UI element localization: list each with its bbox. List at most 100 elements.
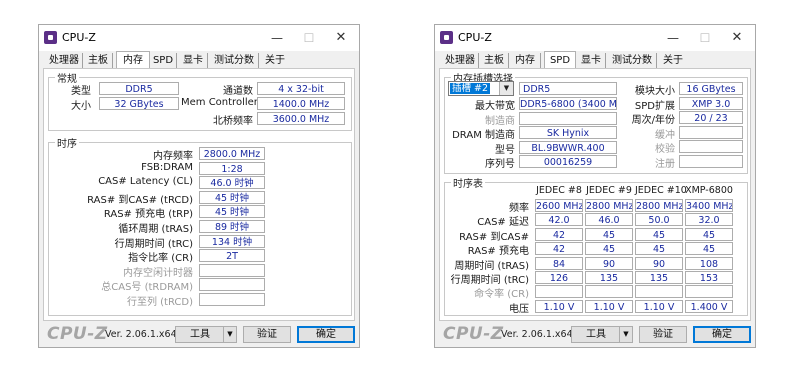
spd-field-label: 缓冲 [655, 129, 675, 141]
ok-button[interactable]: 确定 [693, 326, 751, 343]
slot-group: 内存插槽选择 插槽 #2 ▼ DDR5 最大带宽 DDR5-6800 (3400 … [444, 70, 748, 174]
timing-value [199, 293, 265, 306]
window-title: CPU-Z [458, 31, 492, 44]
timing-cell: 46.0 [585, 213, 633, 227]
spd-field-label: 最大带宽 [475, 101, 515, 112]
tab-cpu[interactable]: 处理器 [442, 53, 479, 68]
spd-field-label: 模块大小 [635, 86, 675, 97]
tools-button[interactable]: 工具 ▼ [571, 326, 633, 343]
cpu-z-app-icon [440, 31, 453, 44]
timing-label: FSB:DRAM [141, 161, 193, 173]
spd-field-value: XMP 3.0 [679, 96, 743, 110]
timing-label: RAS# 到CAS# (tRCD) [87, 194, 193, 206]
minimize-icon[interactable]: — [661, 28, 685, 48]
timing-cell [635, 285, 683, 299]
timing-cell: 42 [535, 227, 583, 241]
timing-value [199, 278, 265, 292]
timing-table-group: 时序表 JEDEC #8 JEDEC #9 JEDEC #10 XMP-6800 频率 2… [444, 175, 748, 316]
timing-label: 指令比率 (CR) [128, 253, 193, 265]
close-icon[interactable]: ✕ [329, 28, 353, 48]
timing-value: 46.0 时钟 [199, 176, 265, 190]
channels-label: 通道数 [223, 86, 253, 97]
footer: CPU-Z Ver. 2.06.1.x64 工具 ▼ 验证 确定 [435, 321, 755, 347]
spd-field-value: 16 GBytes [679, 82, 743, 95]
spd-field-value: BL.9BWWR.400 [519, 140, 617, 154]
tab-about[interactable]: 关于 [261, 53, 289, 68]
cpu-z-logo: CPU-Z [443, 324, 504, 344]
general-group: 常规 类型 DDR5 大小 32 GBytes 通道数 4 x 32-bit M… [48, 70, 352, 131]
chevron-down-icon[interactable]: ▼ [223, 327, 236, 342]
ok-button[interactable]: 确定 [297, 326, 355, 343]
timing-column-header: JEDEC #8 [536, 185, 582, 196]
version-text: Ver. 2.06.1.x64 [501, 329, 573, 340]
timing-cell: 42.0 [535, 213, 583, 227]
timing-cell: 1.10 V [635, 299, 683, 313]
title-bar[interactable]: CPU-Z — ☐ ✕ [39, 25, 359, 51]
tab-cpu[interactable]: 处理器 [46, 53, 83, 68]
tab-graphics[interactable]: 显卡 [577, 53, 606, 68]
tools-button-label: 工具 [190, 329, 210, 340]
timing-label: 循环周期 (tRAS) [118, 224, 193, 235]
timing-column-header: XMP-6800 [685, 185, 733, 196]
timing-cell: 135 [635, 271, 683, 284]
validate-button[interactable]: 验证 [243, 326, 291, 343]
timing-value: 45 时钟 [199, 205, 265, 219]
timing-value [199, 263, 265, 277]
tools-button[interactable]: 工具 ▼ [175, 326, 237, 343]
tab-mainboard[interactable]: 主板 [84, 53, 113, 68]
timing-label: 内存空闲计时器 [123, 267, 193, 279]
maximize-icon[interactable]: ☐ [693, 28, 717, 48]
timing-label: RAS# 预充电 (tRP) [103, 209, 193, 221]
timing-cell: 45 [635, 227, 683, 241]
validate-button[interactable]: 验证 [639, 326, 687, 343]
memctrl-value: 1400.0 MHz [257, 97, 345, 110]
cpuz-window-spd: CPU-Z — ☐ ✕ 处理器 主板 内存 SPD 显卡 测试分数 关于 内存插… [434, 24, 756, 348]
type-label: 类型 [71, 86, 91, 97]
timing-value: 134 时钟 [199, 234, 265, 248]
minimize-icon[interactable]: — [265, 28, 289, 48]
maximize-icon[interactable]: ☐ [297, 28, 321, 48]
tab-mainboard[interactable]: 主板 [480, 53, 509, 68]
version-text: Ver. 2.06.1.x64 [105, 329, 177, 340]
tab-bench[interactable]: 测试分数 [210, 53, 259, 68]
spd-field-label: DRAM 制造商 [452, 130, 515, 142]
tab-graphics[interactable]: 显卡 [179, 53, 208, 68]
spd-field-value [679, 155, 743, 168]
chevron-down-icon[interactable]: ▼ [619, 327, 632, 342]
timing-row-label: 周期时间 (tRAS) [454, 260, 529, 272]
timing-row-label: CAS# 延迟 [477, 217, 529, 229]
tab-memory[interactable]: 内存 [510, 53, 541, 68]
tab-spd[interactable]: SPD [150, 53, 177, 68]
timing-cell: 45 [635, 242, 683, 256]
tools-button-label: 工具 [586, 329, 606, 340]
title-bar[interactable]: CPU-Z — ☐ ✕ [435, 25, 755, 51]
timing-row-label: RAS# 预充电 [467, 246, 529, 258]
cpu-z-app-icon [44, 31, 57, 44]
tab-bench[interactable]: 测试分数 [608, 53, 657, 68]
spd-field-value [679, 140, 743, 154]
timing-cell [585, 285, 633, 299]
timing-cell: 32.0 [685, 213, 733, 227]
spd-field-value [519, 111, 617, 125]
timing-column-header: JEDEC #10 [635, 185, 687, 196]
timing-cell: 2600 MHz [535, 199, 583, 212]
timing-cell: 42 [535, 242, 583, 256]
tab-about[interactable]: 关于 [659, 53, 687, 68]
slot-select[interactable]: 插槽 #2 ▼ [448, 81, 514, 96]
timing-label: CAS# Latency (CL) [98, 176, 193, 188]
timing-row-label: 命令率 (CR) [474, 289, 529, 301]
timing-cell: 1.10 V [585, 299, 633, 313]
close-icon[interactable]: ✕ [725, 28, 749, 48]
spd-field-label: 周次/年份 [631, 115, 675, 127]
timing-row-label: 行周期时间 (tRC) [450, 275, 529, 286]
spd-field-label: 序列号 [485, 159, 515, 171]
chevron-down-icon[interactable]: ▼ [499, 82, 513, 95]
timing-label: 行周期时间 (tRC) [114, 238, 193, 250]
timing-cell: 45 [585, 242, 633, 256]
window-title: CPU-Z [62, 31, 96, 44]
cpuz-window-memory: CPU-Z — ☐ ✕ 处理器 主板 内存 SPD 显卡 测试分数 关于 常规 … [38, 24, 360, 348]
timing-label: 内存频率 [153, 151, 193, 162]
timing-cell: 90 [635, 256, 683, 270]
timing-row-label: 电压 [509, 303, 529, 315]
memory-panel: 常规 类型 DDR5 大小 32 GBytes 通道数 4 x 32-bit M… [43, 68, 355, 321]
